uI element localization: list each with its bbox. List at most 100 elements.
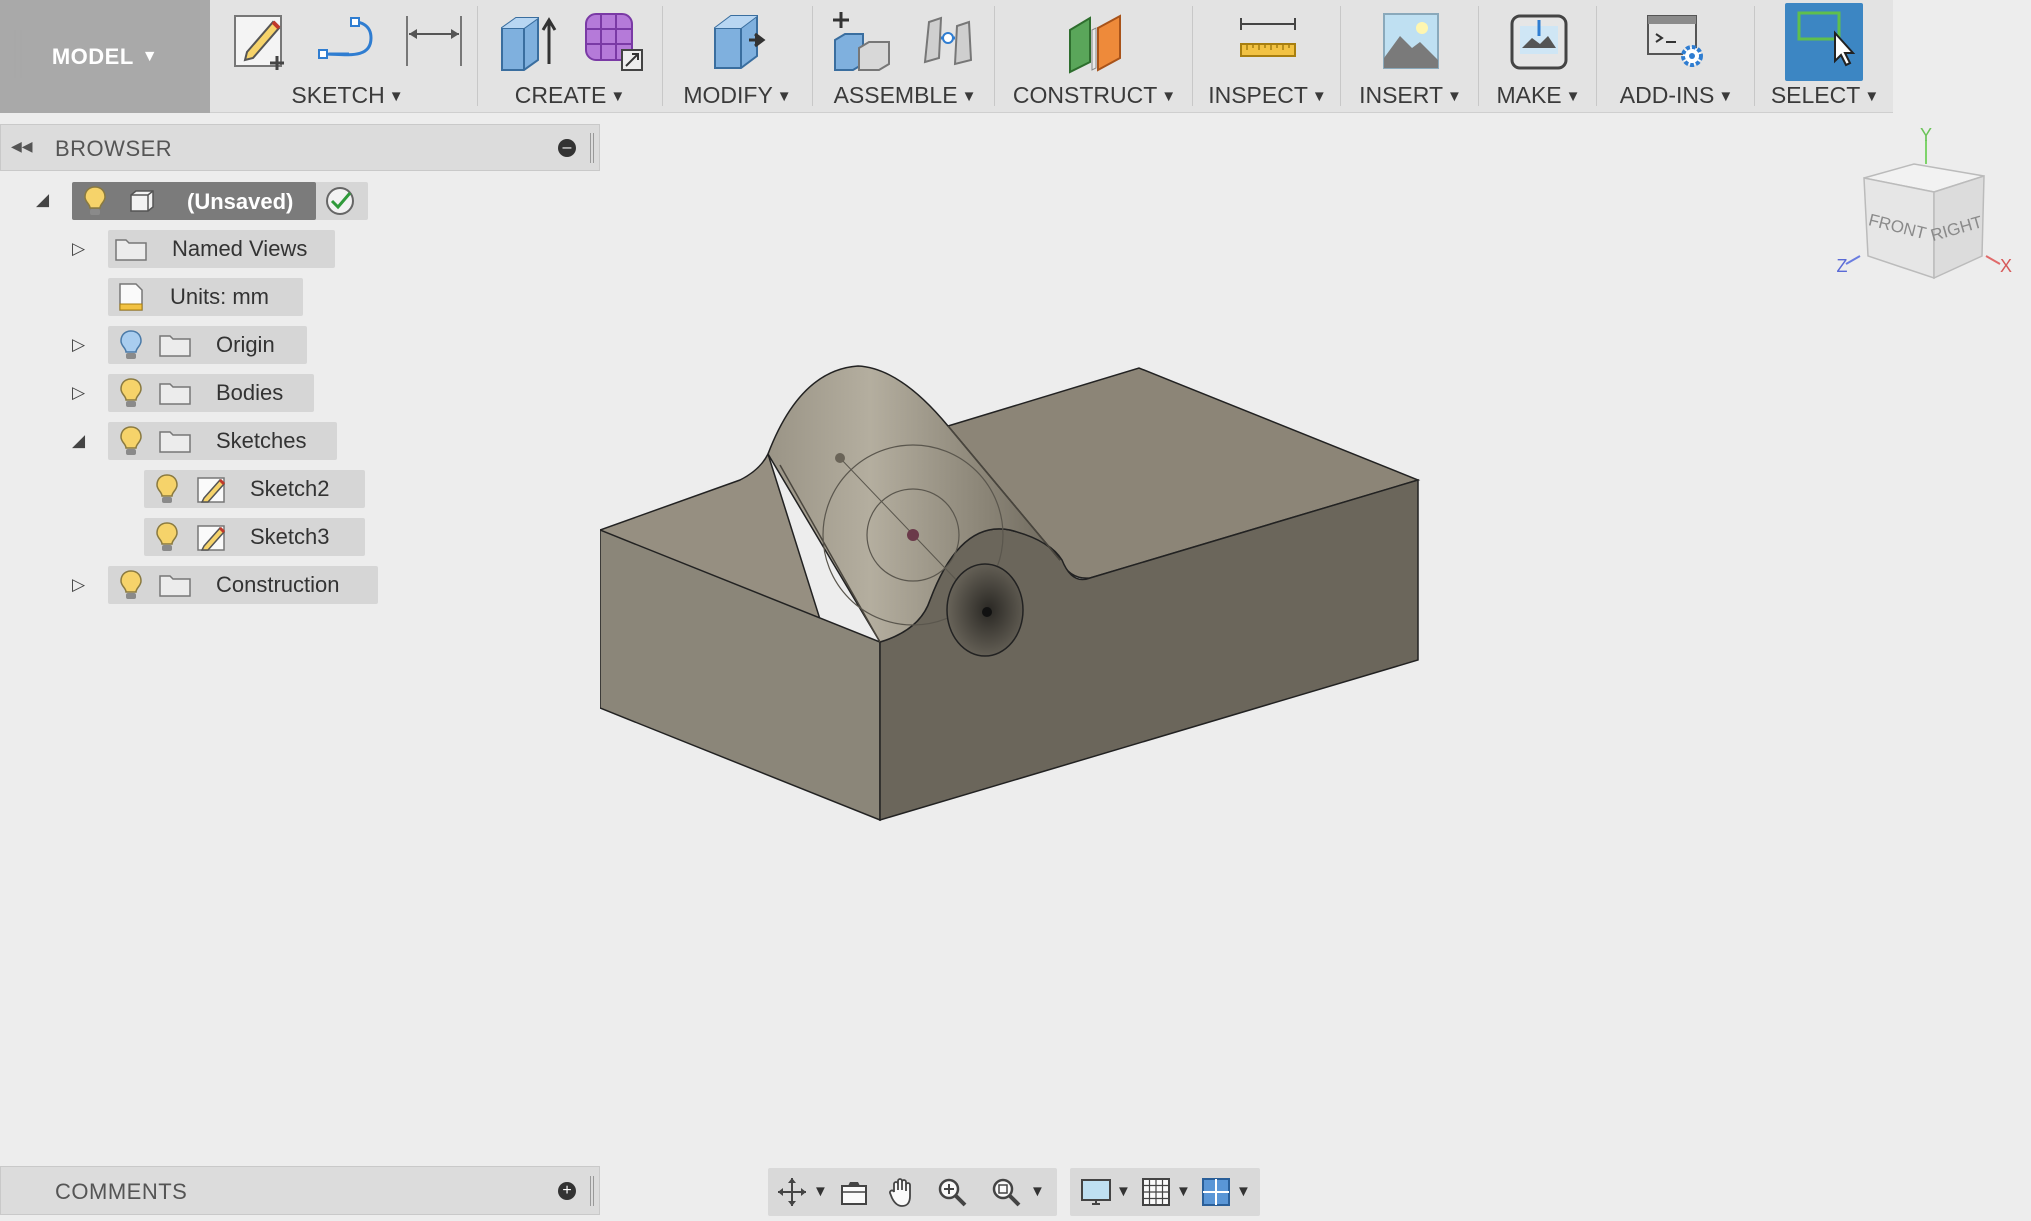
tree-item-label: Bodies	[216, 380, 284, 405]
display-settings-icon[interactable]	[1080, 1176, 1112, 1208]
joint-icon[interactable]	[915, 8, 981, 74]
viewports-icon[interactable]	[1200, 1176, 1232, 1208]
folder-icon	[115, 239, 147, 261]
scripts-addins-icon[interactable]	[1644, 8, 1710, 74]
chevron-down-icon: ▼	[1864, 88, 1880, 105]
add-ins-group: ADD-INS ▼	[1599, 0, 1754, 113]
tree-item-label: Sketch3	[250, 524, 330, 549]
tree-expanded-icon[interactable]: ◢	[36, 190, 49, 210]
tree-item-named-views[interactable]: Named Views	[108, 230, 335, 268]
component-icon	[130, 190, 154, 212]
3d-print-icon[interactable]	[1506, 8, 1572, 74]
toolbar-divider	[477, 6, 478, 106]
tree-item-sketches[interactable]: Sketches	[108, 422, 337, 460]
zoom-icon[interactable]	[936, 1176, 968, 1208]
axis-y-label: Y	[1920, 128, 1932, 145]
inspect-menu[interactable]: INSPECT ▼	[1195, 82, 1340, 109]
make-menu[interactable]: MAKE ▼	[1481, 82, 1596, 109]
chevron-down-icon[interactable]: ▼	[1176, 1183, 1191, 1200]
sketch-icon	[197, 525, 226, 551]
model-viewport[interactable]	[600, 114, 2031, 1164]
folder-icon	[159, 335, 191, 357]
tree-collapsed-icon[interactable]: ▷	[72, 335, 85, 355]
tree-item-bodies[interactable]: Bodies	[108, 374, 314, 412]
visibility-bulb-icon[interactable]	[154, 473, 180, 505]
offset-plane-icon[interactable]	[1062, 8, 1128, 74]
toolbar: MODEL ▼ SKETCH ▼ CREATE ▼ MODIFY ▼ ASSEM…	[0, 0, 1893, 113]
tree-collapsed-icon[interactable]: ▷	[72, 239, 85, 259]
create-sketch-icon[interactable]	[229, 8, 295, 74]
tree-expanded-icon[interactable]: ◢	[72, 431, 85, 451]
chevron-down-icon: ▼	[610, 88, 626, 105]
measure-icon[interactable]	[1235, 8, 1301, 74]
sketch-icon	[197, 477, 226, 503]
look-at-icon[interactable]	[838, 1176, 870, 1208]
chevron-down-icon[interactable]: ▼	[1030, 1183, 1045, 1200]
activate-checkmark-icon[interactable]	[323, 185, 357, 217]
visibility-bulb-icon[interactable]	[118, 425, 144, 457]
3d-body[interactable]	[600, 365, 1421, 822]
axis-z-label: Z	[1837, 256, 1848, 276]
tree-item-units[interactable]: Units: mm	[108, 278, 303, 316]
pan-hand-icon[interactable]	[886, 1176, 918, 1208]
tree-collapsed-icon[interactable]: ▷	[72, 383, 85, 403]
tree-item-origin[interactable]: Origin	[108, 326, 307, 364]
chevron-down-icon: ▼	[141, 47, 159, 65]
modify-menu[interactable]: MODIFY ▼	[665, 82, 810, 109]
insert-image-icon[interactable]	[1378, 8, 1444, 74]
folder-icon	[159, 383, 191, 405]
minimize-browser-button[interactable]: –	[558, 139, 576, 157]
new-component-icon[interactable]	[829, 8, 895, 74]
create-menu[interactable]: CREATE ▼	[480, 82, 660, 109]
chevron-down-icon[interactable]: ▼	[1116, 1183, 1131, 1200]
visibility-bulb-icon[interactable]	[118, 377, 144, 409]
tree-item-sketch3[interactable]: Sketch3	[144, 518, 365, 556]
orbit-icon[interactable]	[776, 1176, 808, 1208]
panel-resize-handle[interactable]	[590, 133, 594, 163]
inspect-group: INSPECT ▼	[1195, 0, 1340, 113]
assemble-menu[interactable]: ASSEMBLE ▼	[815, 82, 995, 109]
visibility-bulb-icon[interactable]	[154, 521, 180, 553]
sketch-dimension-icon[interactable]	[401, 8, 467, 74]
create-form-icon[interactable]	[580, 8, 646, 74]
collapse-panel-icon[interactable]: ◀◀	[11, 138, 33, 155]
extrude-icon[interactable]	[494, 8, 560, 74]
toolbar-divider	[812, 6, 813, 106]
press-pull-icon[interactable]	[705, 8, 771, 74]
chevron-down-icon[interactable]: ▼	[1236, 1183, 1251, 1200]
folder-icon	[159, 431, 191, 453]
fit-zoom-icon[interactable]	[990, 1176, 1022, 1208]
construct-menu[interactable]: CONSTRUCT ▼	[997, 82, 1192, 109]
tree-item-sketch2[interactable]: Sketch2	[144, 470, 365, 508]
toolbar-divider	[1754, 6, 1755, 106]
tree-collapsed-icon[interactable]: ▷	[72, 575, 85, 595]
insert-menu[interactable]: INSERT ▼	[1343, 82, 1478, 109]
spline-icon[interactable]	[315, 8, 381, 74]
make-group: MAKE ▼	[1481, 0, 1596, 113]
select-menu[interactable]: SELECT ▼	[1757, 82, 1893, 109]
workspace-switcher-button[interactable]: MODEL ▼	[0, 0, 210, 113]
tree-item-label: Origin	[216, 332, 275, 357]
visibility-bulb-icon[interactable]	[118, 569, 144, 601]
toolbar-divider	[994, 6, 995, 106]
browser-panel-header: ◀◀ BROWSER –	[0, 124, 600, 171]
panel-resize-handle[interactable]	[590, 1176, 594, 1206]
tree-item-label: Sketch2	[250, 476, 330, 501]
visibility-bulb-icon[interactable]	[82, 185, 108, 217]
tree-root-unsaved[interactable]: (Unsaved)	[72, 182, 368, 220]
assemble-group: ASSEMBLE ▼	[815, 0, 995, 113]
chevron-down-icon: ▼	[1311, 88, 1327, 105]
add-ins-menu[interactable]: ADD-INS ▼	[1599, 82, 1754, 109]
visibility-bulb-off-icon[interactable]	[118, 329, 144, 361]
toolbar-divider	[1478, 6, 1479, 106]
toolbar-grip-handle[interactable]	[14, 30, 22, 78]
chevron-down-icon[interactable]: ▼	[813, 1183, 828, 1200]
grid-settings-icon[interactable]	[1140, 1176, 1172, 1208]
sketch-menu[interactable]: SKETCH ▼	[220, 82, 475, 109]
tree-item-construction[interactable]: Construction	[108, 566, 378, 604]
folder-icon	[159, 575, 191, 597]
toolbar-divider	[1192, 6, 1193, 106]
add-comment-button[interactable]: +	[558, 1182, 576, 1200]
viewcube[interactable]: FRONT RIGHT Y Z X	[1834, 128, 2014, 298]
comments-panel-header[interactable]: COMMENTS +	[0, 1166, 600, 1215]
